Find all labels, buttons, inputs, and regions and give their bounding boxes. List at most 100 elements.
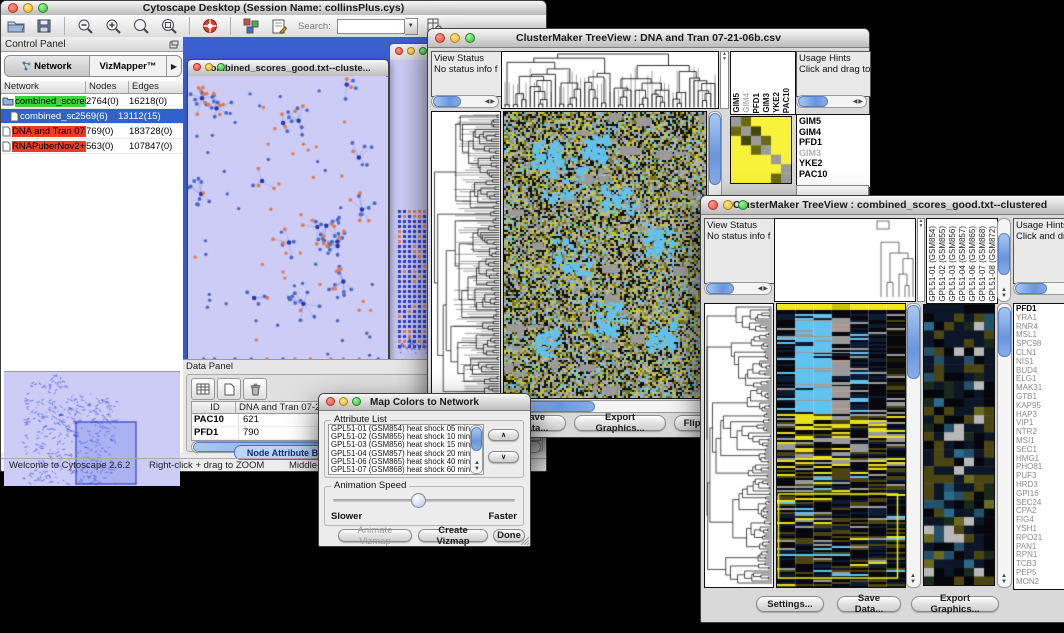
scrollbar-thumb[interactable]	[471, 427, 482, 451]
zoom-button[interactable]	[352, 397, 361, 406]
scrollbar-thumb[interactable]	[798, 96, 828, 107]
row-label[interactable]: GIM5	[799, 116, 868, 127]
zoom-button[interactable]	[38, 3, 48, 13]
close-button[interactable]	[326, 397, 335, 406]
treeview1-column-dendrogram[interactable]	[501, 51, 719, 109]
scrollbar-thumb[interactable]	[907, 305, 920, 379]
treeview2-heatmap[interactable]	[776, 303, 906, 588]
minimize-button[interactable]	[407, 47, 415, 55]
scrollbar-thumb[interactable]	[706, 283, 734, 294]
column-label[interactable]: GPL51-07 (GSM868)	[978, 226, 987, 302]
treeview1-hints-scrollbar[interactable]: ◀▶	[796, 95, 867, 108]
settings-button[interactable]: Settings...	[756, 596, 824, 612]
scroll-arrows-icon[interactable]: ◀▶	[758, 285, 769, 292]
column-header-nodes[interactable]: Nodes	[86, 81, 129, 94]
treeview2-status-scrollbar[interactable]: ◀▶	[704, 282, 772, 295]
network-view-canvas[interactable]	[188, 76, 386, 364]
scroll-arrows-icon[interactable]: ▲▼	[1001, 287, 1008, 299]
column-header-network[interactable]: Network	[1, 81, 86, 94]
scrollbar-thumb[interactable]	[709, 113, 721, 185]
attribute-list-scrollbar[interactable]: ▲▼	[470, 425, 483, 474]
id-column-header[interactable]: ID	[192, 402, 236, 414]
close-button[interactable]	[708, 200, 718, 210]
treeview1-mini-scroll-strip[interactable]: ▲▼	[720, 51, 729, 109]
annotation-button[interactable]	[268, 16, 290, 36]
resize-grip-icon[interactable]	[519, 535, 529, 545]
column-label[interactable]: GPL51-08 (GSM872)	[988, 226, 997, 302]
tabs-overflow-button[interactable]: ▶	[166, 56, 181, 76]
vizmapper-button[interactable]	[240, 16, 262, 36]
treeview2-genelist-scrollbar[interactable]: ▲▼	[997, 303, 1012, 588]
close-button[interactable]	[435, 33, 445, 43]
treeview2-column-dendrogram[interactable]	[774, 218, 916, 302]
help-button[interactable]	[199, 16, 221, 36]
treeview1-heatmap[interactable]	[503, 111, 707, 399]
treeview2-heatmap-vscrollbar[interactable]: ▲▼	[906, 303, 921, 588]
column-label[interactable]: GPL51-03 (GSM856)	[948, 226, 957, 302]
treeview1-row-dendrogram[interactable]	[431, 111, 501, 399]
export-graphics-button[interactable]: Export Graphics...	[911, 596, 999, 612]
scrollbar-thumb[interactable]	[1015, 283, 1047, 294]
tab-vizmapper[interactable]: VizMapper™	[90, 56, 166, 76]
attribute-list-item[interactable]: GPL51-07 (GSM868) heat shock 60 min	[331, 466, 483, 474]
speed-slider-thumb[interactable]	[411, 493, 426, 508]
zoom-fit-button[interactable]	[158, 16, 180, 36]
open-session-button[interactable]	[5, 16, 27, 36]
select-attributes-button[interactable]	[191, 378, 215, 400]
column-label[interactable]: GPL51-02 (GSM855)	[938, 226, 947, 302]
network-row[interactable]: DNA and Tran 07 769(0) 183728(0)	[1, 124, 183, 139]
zoom-button[interactable]	[217, 63, 225, 71]
minimize-button[interactable]	[450, 33, 460, 43]
treeview2-titlebar[interactable]: ClusterMaker TreeView : combined_scores_…	[701, 196, 1064, 215]
minimize-button[interactable]	[723, 200, 733, 210]
search-dropdown-arrow-icon[interactable]: ▼	[405, 18, 418, 35]
scroll-arrows-icon[interactable]: ▲▼	[910, 573, 917, 585]
minimize-button[interactable]	[205, 63, 213, 71]
scroll-arrows-icon[interactable]: ◀▶	[853, 98, 864, 105]
network-row-selected[interactable]: combined_sco 2569(6) 13112(15)	[1, 109, 183, 124]
column-label[interactable]: GIM4	[742, 93, 751, 113]
minimize-button[interactable]	[23, 3, 33, 13]
scroll-arrows-icon[interactable]: ◀▶	[485, 98, 496, 105]
network-row[interactable]: combined_scores 2764(0) 16218(0)	[1, 94, 183, 109]
column-label[interactable]: GPL51-06 (GSM865)	[968, 226, 977, 302]
create-vizmap-button[interactable]: Create Vizmap	[418, 529, 488, 542]
row-label[interactable]: PFD1	[799, 137, 868, 148]
scrollbar-thumb[interactable]	[433, 96, 461, 107]
column-label[interactable]: PFD1	[752, 93, 761, 113]
move-down-button[interactable]: ∨	[488, 451, 519, 463]
treeview2-collabel-scrollbar[interactable]: ▲▼	[997, 218, 1011, 302]
tab-network[interactable]: Network	[5, 56, 90, 76]
scrollbar-thumb[interactable]	[998, 233, 1010, 275]
column-label[interactable]: GIM3	[762, 93, 771, 113]
treeview2-zoom-heatmap[interactable]	[923, 304, 995, 586]
network-window-1[interactable]: combined_scores_good.txt--cluste...	[187, 59, 389, 367]
row-label[interactable]: GIM4	[799, 127, 868, 138]
network-window-1-titlebar[interactable]: combined_scores_good.txt--cluste...	[188, 60, 388, 77]
treeview1-submatrix[interactable]	[730, 116, 792, 184]
minimize-button[interactable]	[339, 397, 348, 406]
zoom-in-button[interactable]	[102, 16, 124, 36]
network-row[interactable]: RNAPuberNov2+ 563(0) 107847(0)	[1, 139, 183, 154]
treeview2-hints-scrollbar[interactable]	[1013, 282, 1064, 295]
main-titlebar[interactable]: Cytoscape Desktop (Session Name: collins…	[1, 1, 546, 16]
close-button[interactable]	[395, 47, 403, 55]
animate-vizmap-button[interactable]: Animate Vizmap	[338, 529, 412, 542]
treeview2-mini-scroll-strip[interactable]: ▲▼	[917, 218, 925, 302]
save-data-button[interactable]: Save Data...	[837, 596, 901, 612]
scroll-arrows-icon[interactable]: ▲▼	[474, 460, 481, 472]
row-label[interactable]: GIM3	[799, 148, 868, 159]
gene-label[interactable]: MON2	[1016, 578, 1064, 587]
treeview1-status-scrollbar[interactable]: ◀▶	[431, 95, 499, 108]
close-button[interactable]	[193, 63, 201, 71]
column-label[interactable]: GIM5	[732, 93, 741, 113]
save-session-button[interactable]	[33, 16, 55, 36]
zoom-out-button[interactable]	[74, 16, 96, 36]
export-graphics-button[interactable]: Export Graphics...	[574, 415, 666, 431]
row-label[interactable]: YKE2	[799, 158, 868, 169]
new-attribute-button[interactable]	[217, 378, 241, 400]
column-header-edges[interactable]: Edges	[129, 81, 183, 94]
dialog-titlebar[interactable]: Map Colors to Network	[319, 394, 530, 411]
scroll-arrows-icon[interactable]: ▲▼	[1001, 573, 1008, 585]
delete-attribute-button[interactable]	[243, 378, 267, 400]
